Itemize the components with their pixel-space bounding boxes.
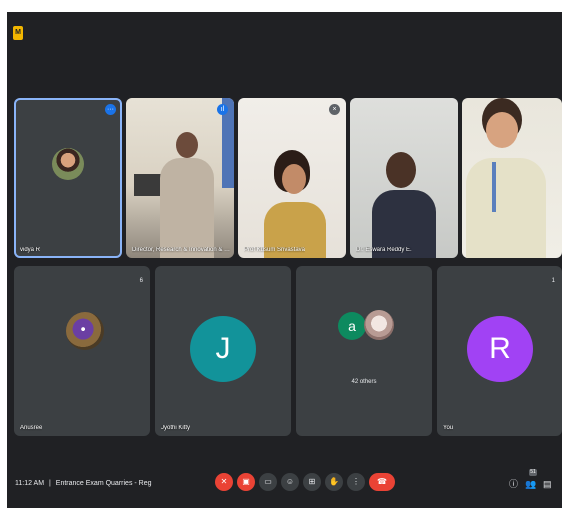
audio-level-icon: ıl <box>217 104 228 115</box>
others-label: 42 others <box>351 379 377 385</box>
video-feed <box>126 98 234 258</box>
people-icon[interactable]: 👥 <box>525 479 536 489</box>
meet-window: M ··· vidya R ıl Director, Research & In… <box>7 12 562 508</box>
present-icon[interactable]: ⊞ <box>303 473 321 491</box>
meeting-info: 11:12 AM | Entrance Exam Quarries - Reg <box>15 480 152 487</box>
tile-corner-mark: 1 <box>551 278 555 284</box>
separator: | <box>49 480 51 487</box>
video-feed <box>350 98 458 258</box>
muted-mic-icon: × <box>329 104 340 115</box>
raise-hand-icon[interactable]: ✋ <box>325 473 343 491</box>
participant-tile-anusree[interactable]: 6 Anusree <box>14 266 150 436</box>
audio-level-icon: ··· <box>105 104 116 115</box>
participant-tile-director[interactable]: ıl Director, Research & Innovation & O..… <box>126 98 234 258</box>
video-feed <box>238 98 346 258</box>
participant-name: vidya R <box>20 247 41 253</box>
participant-name: You <box>443 425 454 431</box>
emoji-icon[interactable]: ☺ <box>281 473 299 491</box>
tile-corner-mark: 6 <box>139 278 143 284</box>
avatar: a <box>338 312 366 340</box>
bottom-bar: 11:12 AM | Entrance Exam Quarries - Reg … <box>7 460 562 508</box>
clock-time: 11:12 AM <box>15 480 45 487</box>
info-icon[interactable]: ⓘ <box>509 479 518 489</box>
chat-icon[interactable]: ▤ <box>543 479 552 489</box>
meet-logo-icon: M <box>13 26 23 40</box>
participant-name: Anusree <box>20 425 43 431</box>
avatar <box>66 312 104 350</box>
participant-tile-5[interactable] <box>462 98 562 258</box>
participant-name: Prof Kusum Srivastava <box>244 247 306 253</box>
participant-tile-vidya[interactable]: ··· vidya R <box>14 98 122 258</box>
participant-name: Dr. Eswara Reddy E. <box>356 247 412 253</box>
more-options-icon[interactable]: ⋮ <box>347 473 365 491</box>
captions-icon[interactable]: ▭ <box>259 473 277 491</box>
avatar: R <box>467 316 533 382</box>
participant-tile-you[interactable]: 1 R You <box>437 266 562 436</box>
participant-tile-others[interactable]: a 42 others <box>296 266 432 436</box>
end-call-icon[interactable]: ☎ <box>369 473 395 491</box>
participant-tile-jyothi[interactable]: J Jyothi Kitty <box>155 266 291 436</box>
mic-off-icon[interactable]: ✕ <box>215 473 233 491</box>
avatar <box>52 148 84 180</box>
meeting-title: Entrance Exam Quarries - Reg <box>55 480 152 487</box>
avatar: J <box>190 316 256 382</box>
participants-count-badge: 51 <box>529 469 537 476</box>
participant-tile-eswara[interactable]: Dr. Eswara Reddy E. <box>350 98 458 258</box>
participant-name: Director, Research & Innovation & O... <box>132 247 232 253</box>
participant-tile-kusum[interactable]: × Prof Kusum Srivastava <box>238 98 346 258</box>
avatar <box>364 310 394 340</box>
participant-name: Jyothi Kitty <box>161 425 191 431</box>
camera-off-icon[interactable]: ▣ <box>237 473 255 491</box>
video-feed <box>462 98 562 258</box>
